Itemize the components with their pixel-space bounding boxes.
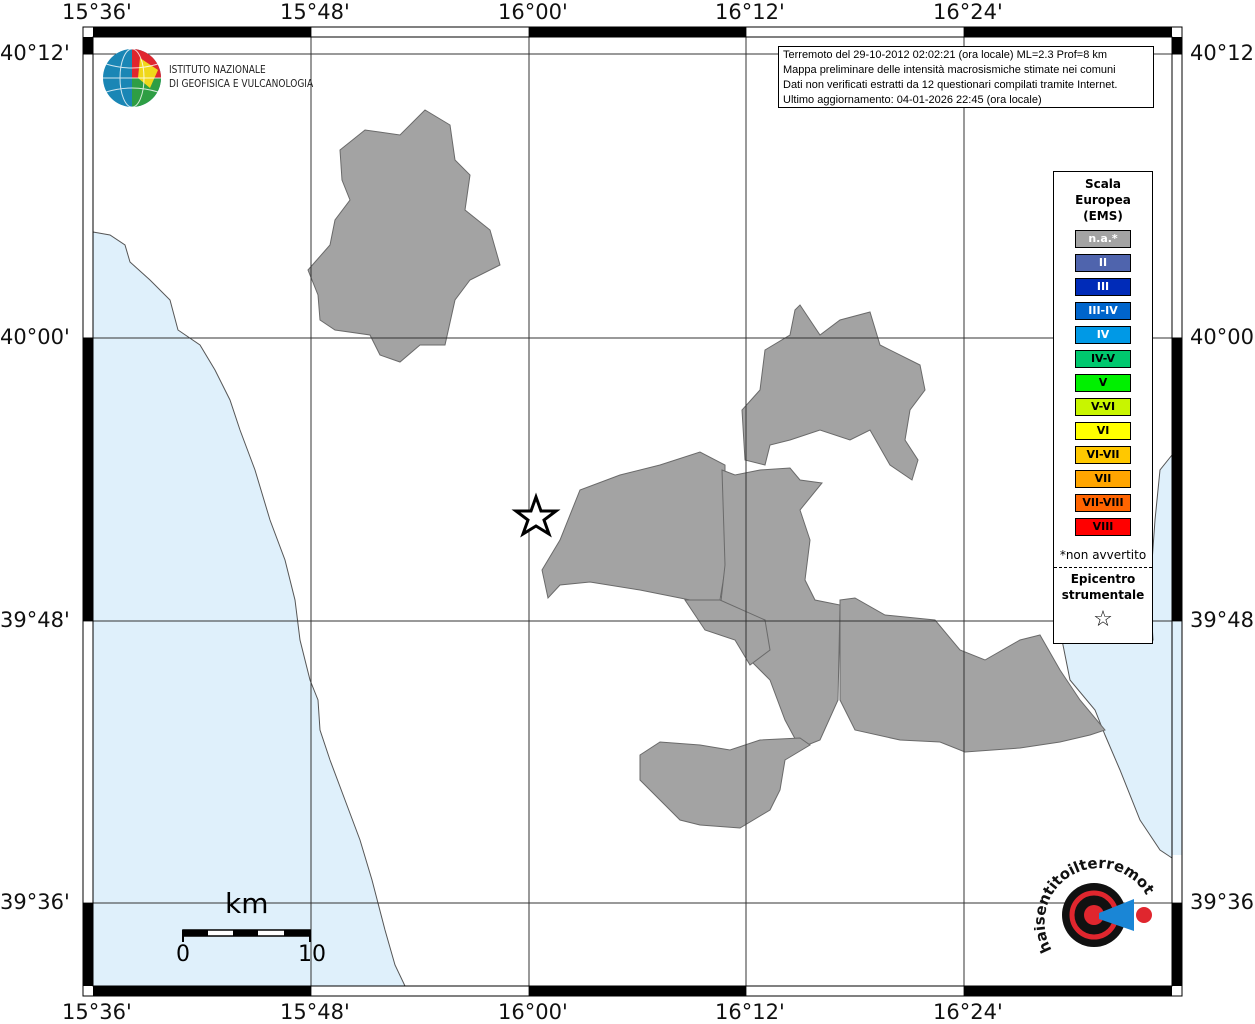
lon-label-bottom: 16°00' xyxy=(498,1000,568,1024)
info-line: Mappa preliminare delle intensità macros… xyxy=(783,64,1116,76)
lon-label-bottom: 15°48' xyxy=(280,1000,350,1024)
lon-label-top: 15°48' xyxy=(280,0,350,24)
lon-label-bottom: 15°36' xyxy=(62,1000,132,1024)
legend-swatch: IV-V xyxy=(1075,350,1131,368)
lat-label-right: 40°00' xyxy=(1190,325,1255,349)
lon-label-top: 16°12' xyxy=(715,0,785,24)
epicenter-label: Epicentro xyxy=(1070,572,1136,586)
lat-label-right: 39°36' xyxy=(1190,890,1255,914)
lat-label-left: 40°00' xyxy=(0,325,70,349)
lat-label-right: 39°48' xyxy=(1190,608,1255,632)
legend-title: (EMS) xyxy=(1083,209,1123,223)
lat-label-left: 39°36' xyxy=(0,890,70,914)
legend-swatch: II xyxy=(1075,254,1131,272)
ingv-logo xyxy=(103,48,161,108)
lon-label-top: 16°00' xyxy=(498,0,568,24)
legend-swatch: III-IV xyxy=(1075,302,1131,320)
legend-note: *non avvertito xyxy=(1059,548,1147,562)
info-line: Dati non verificati estratti da 12 quest… xyxy=(783,79,1118,91)
legend-swatch: VII xyxy=(1075,470,1131,488)
ingv-name-line: DI GEOFISICA E VULCANOLOGIA xyxy=(169,77,314,90)
legend-swatch: VII-VIII xyxy=(1075,494,1131,512)
lon-label-top: 15°36' xyxy=(62,0,132,24)
event-info-box: Terremoto del 29-10-2012 02:02:21 (ora l… xyxy=(778,46,1154,108)
legend-title: Europea xyxy=(1075,193,1131,207)
scale-max: 10 xyxy=(298,942,326,967)
info-line: Terremoto del 29-10-2012 02:02:21 (ora l… xyxy=(783,49,1108,61)
legend-swatch: III xyxy=(1075,278,1131,296)
legend-swatch: V-VI xyxy=(1075,398,1131,416)
legend-swatch: VI xyxy=(1075,422,1131,440)
legend-swatch: n.a.* xyxy=(1075,230,1131,248)
ingv-name: ISTITUTO NAZIONALE DI GEOFISICA E VULCANO… xyxy=(169,63,313,91)
lat-label-left: 39°48' xyxy=(0,608,70,632)
info-line: Ultimo aggiornamento: 04-01-2026 22:45 (… xyxy=(783,94,1042,106)
legend-swatch: VIII xyxy=(1075,518,1131,536)
legend-swatch: IV xyxy=(1075,326,1131,344)
epicenter-label: strumentale xyxy=(1061,588,1145,602)
legend-title: Scala xyxy=(1084,177,1122,191)
scale-min: 0 xyxy=(176,942,190,967)
scale-unit: km xyxy=(225,887,269,920)
lat-label-right: 40°12' xyxy=(1190,41,1255,65)
lon-label-bottom: 16°12' xyxy=(715,1000,785,1024)
lon-label-bottom: 16°24' xyxy=(933,1000,1003,1024)
legend-swatch: V xyxy=(1075,374,1131,392)
ingv-name-line: ISTITUTO NAZIONALE xyxy=(169,63,266,76)
legend-swatch: VI-VII xyxy=(1075,446,1131,464)
lon-label-top: 16°24' xyxy=(933,0,1003,24)
haisentito-logo: haisentitoilterremoto.it xyxy=(1034,855,1154,956)
lat-label-left: 40°12' xyxy=(0,41,70,65)
star-icon: ☆ xyxy=(1093,607,1113,632)
ems-legend: Scala Europea (EMS) n.a.* II III III-IV IV IV-V… xyxy=(1053,171,1153,644)
